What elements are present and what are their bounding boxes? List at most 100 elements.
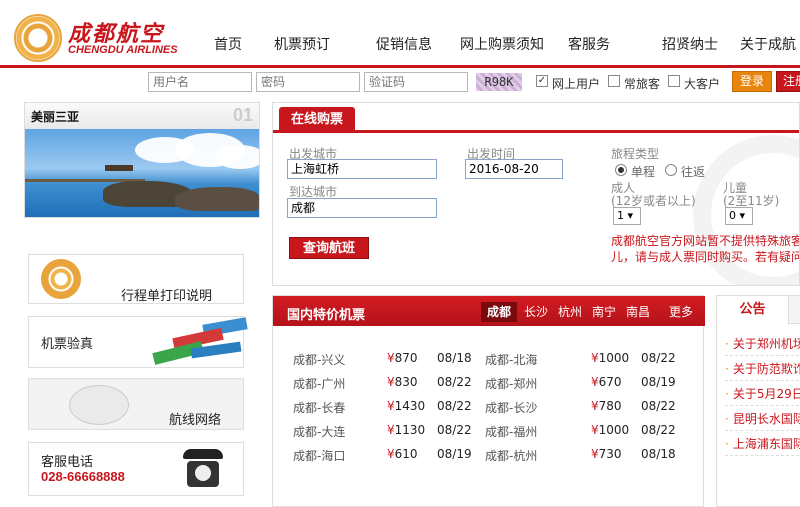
nav-customer-service[interactable]: 客服务 (568, 34, 610, 54)
sanya-beach-image[interactable] (25, 129, 259, 217)
fare-row[interactable]: 成都-海口 ¥610 08/19 (293, 447, 493, 467)
password-input[interactable] (256, 72, 360, 92)
fare-row[interactable]: 成都-郑州 ¥670 08/19 (485, 375, 695, 395)
fare-date: 08/19 (641, 375, 676, 389)
fare-date: 08/22 (641, 399, 676, 413)
announcement-text: 关于郑州机场 (732, 337, 800, 351)
fare-date: 08/18 (437, 351, 472, 365)
depart-city-input[interactable]: 上海虹桥 (287, 159, 437, 179)
fare-price: ¥870 (387, 351, 418, 365)
cloud-shape (215, 145, 259, 169)
fare-price-value: 870 (394, 351, 418, 365)
promo-banner[interactable]: 美丽三亚 01 (24, 102, 260, 218)
search-flights-button[interactable]: 查询航班 (289, 237, 369, 259)
fare-route[interactable]: 成都-长沙 (485, 399, 537, 416)
city-tab-changsha[interactable]: 长沙 (519, 302, 553, 322)
announcement-item[interactable]: · 上海浦东国际 (725, 432, 800, 456)
nav-about[interactable]: 关于成航 (740, 34, 796, 54)
tab-online-booking[interactable]: 在线购票 (279, 107, 355, 133)
fare-route[interactable]: 成都-杭州 (485, 447, 537, 464)
captcha-image[interactable]: R98K (476, 73, 522, 91)
fare-date: 08/22 (437, 399, 472, 413)
announcement-text: 关于防范欺诈 (732, 362, 800, 376)
arrive-city-input[interactable]: 成都 (287, 198, 437, 218)
fare-route[interactable]: 成都-长春 (293, 399, 345, 416)
promo-header: 美丽三亚 01 (25, 103, 259, 129)
round-trip-radio[interactable] (665, 164, 677, 176)
fare-price-value: 830 (394, 375, 418, 389)
chengdu-airlines-logo[interactable]: 成都航空 CHENGDU AIRLINES (14, 14, 194, 64)
city-tab-chengdu[interactable]: 成都 (481, 302, 517, 322)
login-button[interactable]: 登录 (732, 71, 772, 92)
currency-symbol: ¥ (591, 375, 599, 389)
phone-number: 028-66668888 (41, 469, 125, 484)
city-tab-nanning[interactable]: 南宁 (587, 302, 621, 322)
nav-promotions[interactable]: 促销信息 (376, 34, 432, 54)
tab-announcements[interactable]: 公告 (717, 296, 789, 325)
announcement-text: 关于5月29日 (732, 387, 800, 401)
fare-route[interactable]: 成都-广州 (293, 375, 345, 392)
one-way-radio[interactable] (615, 164, 627, 176)
route-network-box[interactable]: 航线网络 (28, 378, 244, 430)
fare-row[interactable]: 成都-长沙 ¥780 08/22 (485, 399, 695, 419)
booking-notice-line: 成都航空官方网站暂不提供特殊旅客 (611, 234, 800, 248)
fare-row[interactable]: 成都-杭州 ¥730 08/18 (485, 447, 695, 467)
currency-symbol: ¥ (591, 351, 599, 365)
announcement-item[interactable]: · 关于防范欺诈 (725, 357, 800, 381)
fare-route[interactable]: 成都-福州 (485, 423, 537, 440)
fare-date: 08/19 (437, 447, 472, 461)
frequent-flyer-checkbox[interactable] (608, 75, 620, 87)
child-count-select[interactable]: 0 ▾ (725, 207, 753, 225)
city-tab-hangzhou[interactable]: 杭州 (553, 302, 587, 322)
ticket-verify-box[interactable]: 机票验真 (28, 316, 248, 368)
bullet-icon: · (725, 412, 729, 426)
announcements-tabbar: 公告 (717, 296, 800, 325)
fare-row[interactable]: 成都-北海 ¥1000 08/22 (485, 351, 695, 371)
city-tab-nanchang[interactable]: 南昌 (621, 302, 655, 322)
announcement-item[interactable]: · 关于郑州机场 (725, 332, 800, 356)
bullet-icon: · (725, 362, 729, 376)
register-button[interactable]: 注册 (776, 71, 800, 92)
fare-route[interactable]: 成都-大连 (293, 423, 345, 440)
fare-row[interactable]: 成都-大连 ¥1130 08/22 (293, 423, 493, 443)
nav-purchase-notes[interactable]: 网上购票须知 (460, 34, 544, 54)
username-input[interactable] (148, 72, 252, 92)
fare-route[interactable]: 成都-郑州 (485, 375, 537, 392)
nav-booking[interactable]: 机票预订 (274, 34, 330, 54)
fare-price: ¥610 (387, 447, 418, 461)
itinerary-print-box[interactable]: 行程单打印说明 (28, 254, 244, 304)
currency-symbol: ¥ (387, 399, 395, 413)
fare-price: ¥1430 (387, 399, 425, 413)
fare-price-value: 610 (394, 447, 418, 461)
sun-emblem-icon (41, 259, 81, 299)
fare-row[interactable]: 成都-广州 ¥830 08/22 (293, 375, 493, 395)
fare-route[interactable]: 成都-兴义 (293, 351, 345, 368)
fare-row[interactable]: 成都-长春 ¥1430 08/22 (293, 399, 493, 419)
customer-service-box[interactable]: 客服电话 028-66668888 (28, 442, 244, 496)
fare-price-value: 670 (598, 375, 622, 389)
site-header: 成都航空 CHENGDU AIRLINES 首页 机票预订 促销信息 网上购票须… (0, 0, 800, 68)
currency-symbol: ¥ (591, 423, 599, 437)
announcement-text: 昆明长水国际 (732, 412, 800, 426)
announcement-item[interactable]: · 关于5月29日 (725, 382, 800, 406)
fare-price-value: 1130 (394, 423, 426, 437)
announcement-text: 上海浦东国际 (732, 437, 800, 451)
web-user-checkbox[interactable]: ✓ (536, 75, 548, 87)
adult-count-select[interactable]: 1 ▾ (613, 207, 641, 225)
currency-symbol: ¥ (387, 423, 395, 437)
captcha-input[interactable] (364, 72, 468, 92)
fare-price: ¥830 (387, 375, 418, 389)
corporate-checkbox[interactable] (668, 75, 680, 87)
announcement-item[interactable]: · 昆明长水国际 (725, 407, 800, 431)
fare-route[interactable]: 成都-北海 (485, 351, 537, 368)
nav-home[interactable]: 首页 (214, 34, 242, 54)
phone-title: 客服电话 (41, 455, 94, 470)
fare-row[interactable]: 成都-兴义 ¥870 08/18 (293, 351, 493, 371)
telephone-icon (179, 447, 227, 491)
currency-symbol: ¥ (591, 399, 599, 413)
fare-route[interactable]: 成都-海口 (293, 447, 345, 464)
fare-row[interactable]: 成都-福州 ¥1000 08/22 (485, 423, 695, 443)
more-cities-link[interactable]: 更多>> (659, 302, 703, 339)
depart-date-input[interactable]: 2016-08-20 (465, 159, 563, 179)
nav-careers[interactable]: 招贤纳士 (662, 34, 718, 54)
